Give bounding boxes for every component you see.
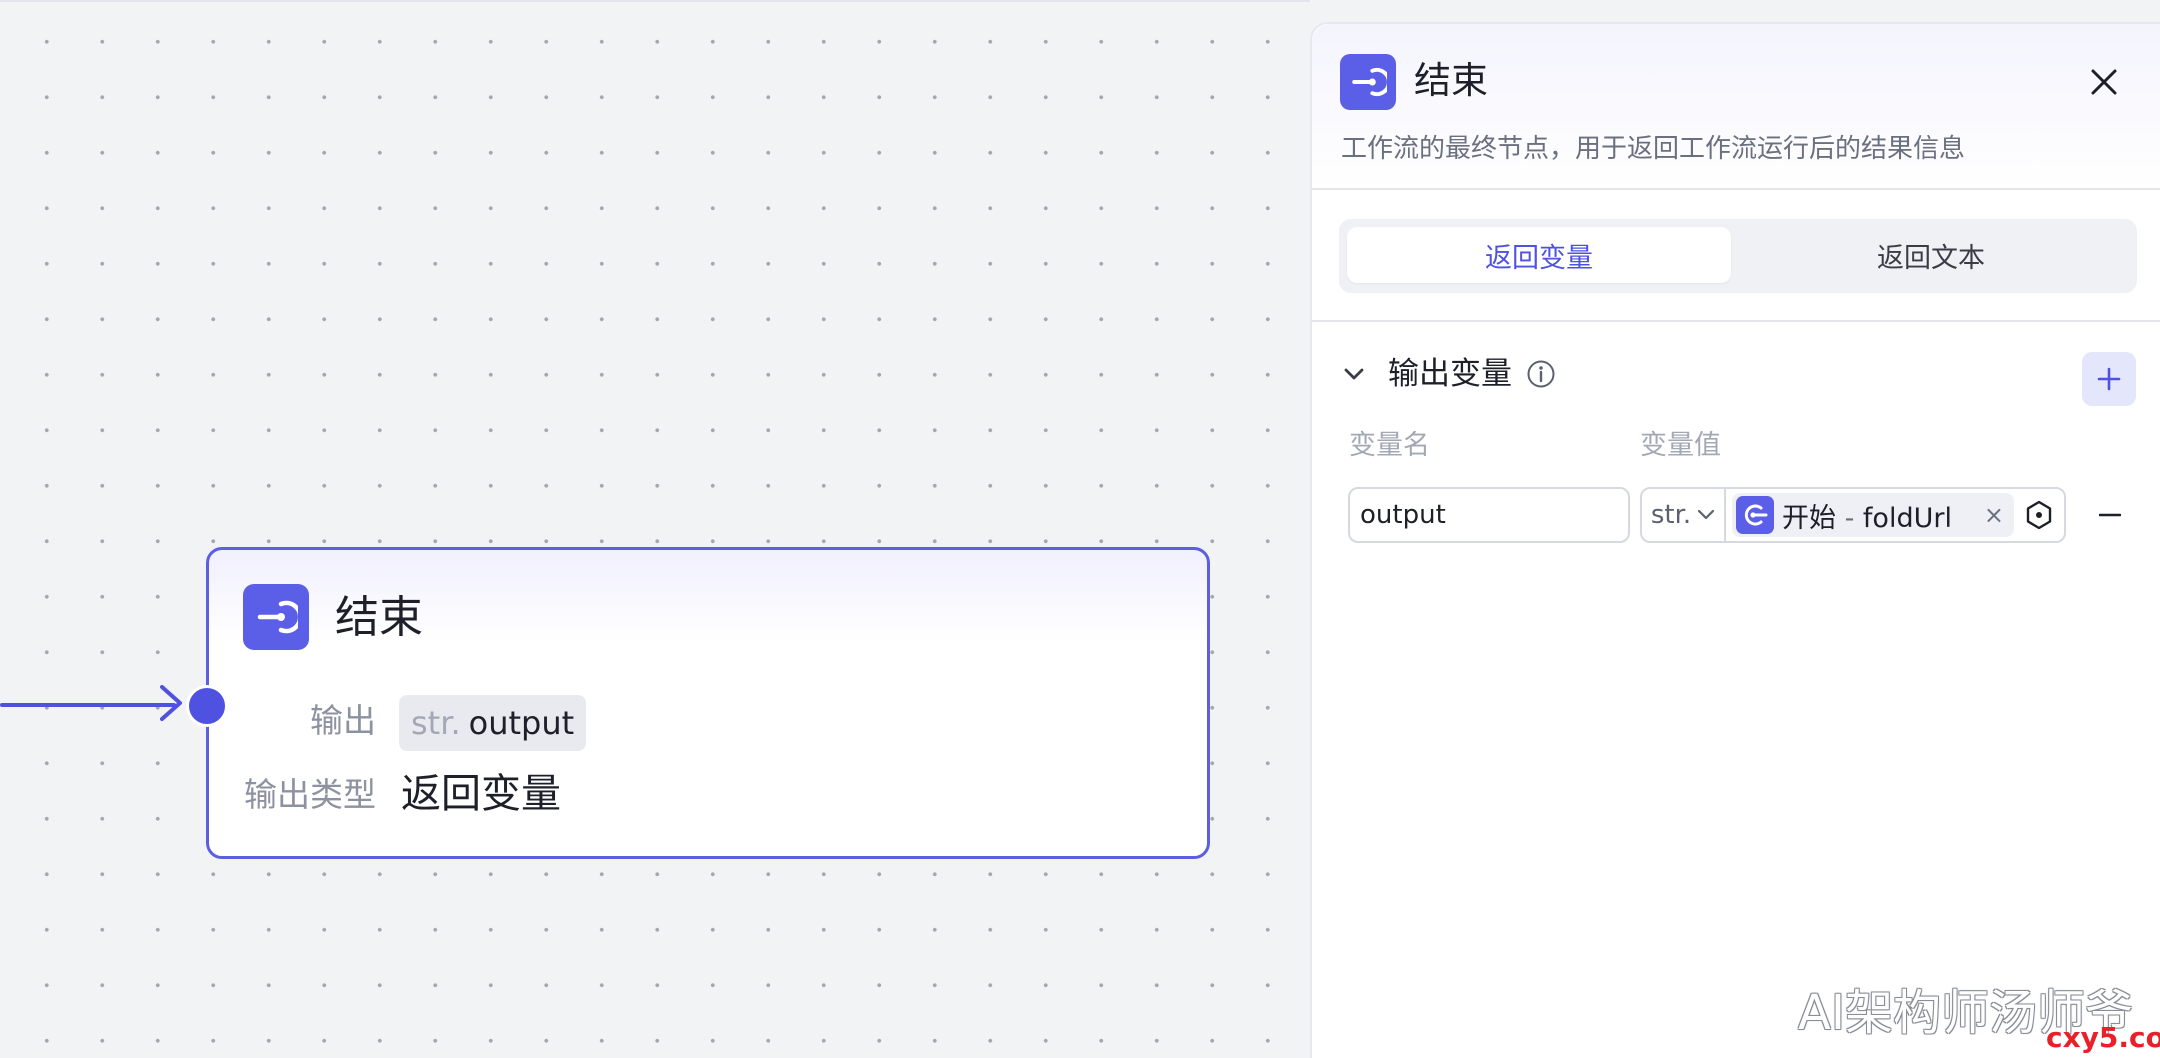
chevron-down-icon: [1698, 509, 1715, 520]
variable-type-label: str.: [1650, 500, 1692, 530]
variable-reference-chip[interactable]: 开始 - foldUrl ×: [1732, 493, 2014, 537]
reference-separator: -: [1836, 502, 1863, 534]
node-output-type: str.: [411, 704, 461, 742]
clear-reference-icon[interactable]: ×: [1984, 500, 2004, 530]
watermark-site: cxy5.com: [2046, 1021, 2160, 1054]
return-mode-tabs: 返回变量 返回文本: [1339, 219, 2137, 293]
start-node-icon: [1736, 496, 1774, 534]
remove-variable-button[interactable]: [2092, 497, 2128, 533]
variable-reference-text: 开始 - foldUrl: [1782, 496, 1952, 535]
plus-icon: [2097, 367, 2121, 391]
panel-title: 结束: [1414, 59, 1488, 102]
node-title: 结束: [335, 592, 423, 643]
panel-header: 结束 工作流的最终节点，用于返回工作流运行后的结果信息: [1312, 24, 2160, 190]
node-input-handle[interactable]: [186, 685, 228, 727]
tab-return-variable[interactable]: 返回变量: [1347, 227, 1731, 283]
variable-picker-icon: [2026, 500, 2052, 530]
edge-arrow-icon: [160, 685, 182, 721]
node-config-panel: 结束 工作流的最终节点，用于返回工作流运行后的结果信息 返回变量 返回文本 输出…: [1310, 22, 2160, 1058]
variable-name-input[interactable]: [1348, 487, 1630, 543]
variable-type-select[interactable]: str.: [1642, 489, 1726, 541]
section-divider: [1312, 320, 2160, 322]
column-header-name: 变量名: [1349, 430, 1430, 461]
collapse-chevron-icon[interactable]: [1340, 360, 1368, 388]
close-icon: [2091, 69, 2117, 95]
info-icon[interactable]: [1526, 359, 1556, 389]
reference-variable-name: foldUrl: [1862, 502, 1952, 534]
add-variable-button[interactable]: [2082, 352, 2136, 406]
node-output-label: 输出: [310, 701, 376, 740]
workflow-editor: 结束 输出 str. output 输出类型 返回变量 结束 工作流的最终节点，…: [0, 0, 2160, 1058]
section-title: 输出变量: [1388, 356, 1512, 392]
minus-icon: [2099, 513, 2121, 517]
node-output-name: output: [468, 704, 575, 742]
node-type-label: 输出类型: [244, 775, 376, 814]
tab-return-text[interactable]: 返回文本: [1739, 227, 2123, 283]
end-node-icon: [1340, 54, 1396, 110]
end-node-icon: [243, 584, 309, 650]
panel-description: 工作流的最终节点，用于返回工作流运行后的结果信息: [1341, 134, 1966, 164]
node-output-chip: str. output: [399, 695, 587, 751]
close-button[interactable]: [2082, 60, 2126, 104]
node-type-value: 返回变量: [401, 771, 561, 817]
end-node-card[interactable]: 结束 输出 str. output 输出类型 返回变量: [206, 547, 1210, 859]
reference-source-node: 开始: [1782, 502, 1836, 534]
workflow-canvas[interactable]: 结束 输出 str. output 输出类型 返回变量: [0, 0, 1310, 1058]
column-header-value: 变量值: [1640, 430, 1721, 461]
variable-value-field: str. 开始 - foldUrl ×: [1640, 487, 2066, 543]
variable-picker-button[interactable]: [2020, 496, 2058, 534]
incoming-edge: [0, 703, 176, 707]
